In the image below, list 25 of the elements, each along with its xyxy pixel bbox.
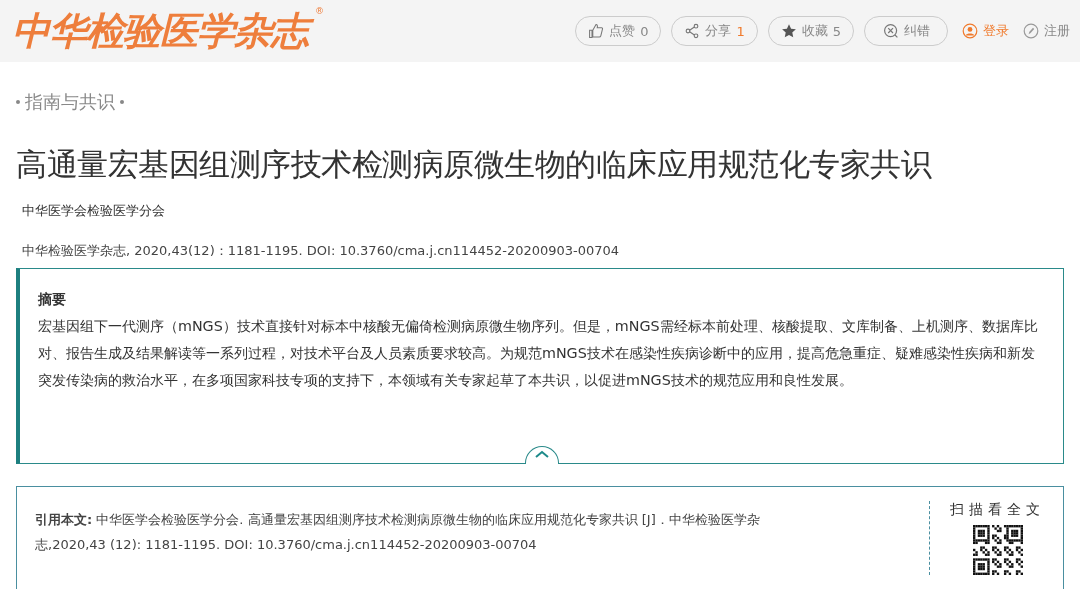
collapse-button[interactable] [524,446,559,464]
thumbs-up-icon [588,23,605,39]
source-text: 中华检验医学杂志, 2020,43(12)：1181-1195. DOI: 10.3760/cma.j.cn114452-20200903-00704 [22,242,621,260]
error-report-icon [882,23,899,39]
abstract-heading: 摘要 [38,291,67,309]
share-icon [684,23,701,39]
qr-label: 扫描看全文 [950,501,1045,519]
bullet-dot [16,100,20,104]
login-link[interactable]: 登录 [962,22,1009,40]
article-title: 高通量宏基因组测序技术检测病原微生物的临床应用规范化专家共识 [16,145,933,184]
correct-button[interactable]: 纠错 [864,16,948,46]
abstract-text: 宏基因组下一代测序（mNGS）技术直接针对标本中核酸无偏倚检测病原微生物序列。但是，mNGS需经标本前处理、核酸提取、文库制备、上机测序、数据库比对、报告生成及结果解读等一系列过程，对技术平台及人员素质要求较高。为规范mNGS技术在感染性疾病诊断中的应用，提高危急重症、疑难感染性疾病和新发突发传染病的救治水平，在多项国家科技专项的支持下，本领域有关专家起草了本共识，以促进mNGS技术的规范应用和良性发展。 [38,317,1039,390]
column-label: 指南与共识 [25,90,115,114]
bullet-dot [120,100,124,104]
favorite-button[interactable]: 收藏 5 [767,16,854,46]
journal-logo[interactable]: 中华检验医学杂志 [10,6,314,56]
pencil-icon [1023,23,1039,39]
citation-text: 引用本文: 中华医学会检验医学分会. 高通量宏基因组测序技术检测病原微生物的临床应用规范化专家共识 [J]．中华检验医学杂志,2020,43 (12): 1181-1195. DOI: 10.3760/cma.j.cn114452-20200903-00704 [35,511,761,554]
user-icon [962,23,978,39]
share-button[interactable]: 分享 1 [671,16,758,46]
registered-mark: ® [315,6,324,17]
star-icon [780,23,797,39]
author-text: 中华医学会检验医学分会 [22,202,166,220]
like-button[interactable]: 点赞 0 [575,16,662,46]
register-link[interactable]: 注册 [1023,22,1070,40]
